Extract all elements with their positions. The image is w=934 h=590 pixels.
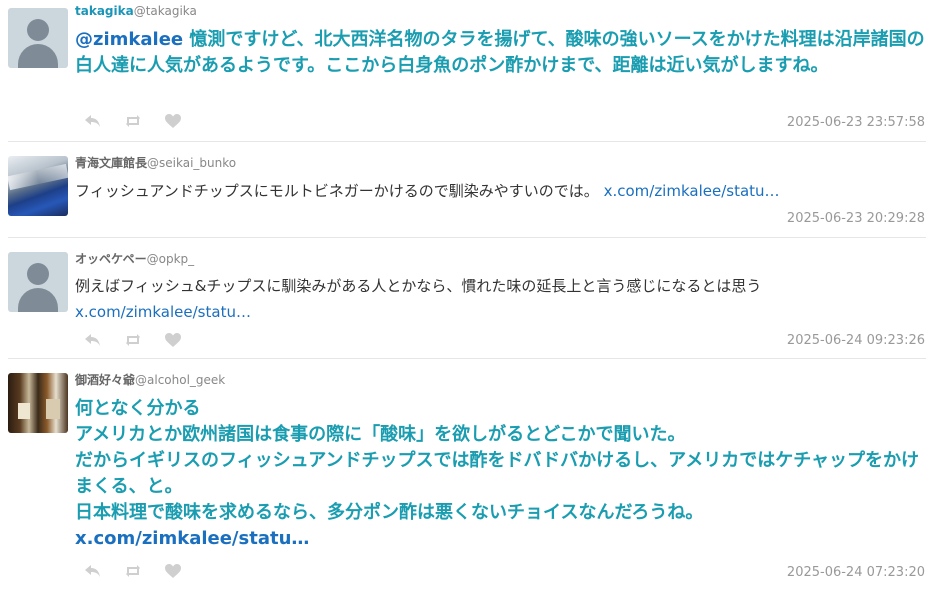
- user-name[interactable]: 御酒好々爺: [75, 373, 135, 387]
- user-handle[interactable]: @seikai_bunko: [147, 156, 236, 170]
- tweet-text: フィッシュアンドチップスにモルトビネガーかけるので馴染みやすいのでは。 x.co…: [75, 178, 927, 204]
- retweet-icon[interactable]: [124, 564, 142, 578]
- tweet-body: 例えばフィッシュ&チップスに馴染みがある人とかなら、慣れた味の延長上と言う感じに…: [75, 277, 762, 295]
- divider: [8, 141, 926, 142]
- avatar[interactable]: [8, 373, 68, 433]
- retweet-icon[interactable]: [124, 333, 142, 347]
- like-icon[interactable]: [164, 563, 182, 579]
- tweet-text: 何となく分かる アメリカとか欧州諸国は食事の際に「酸味」を欲しがるとどこかで聞い…: [75, 396, 927, 552]
- tweet-text: @zimkalee 憶測ですけど、北大西洋名物のタラを揚げて、酸味の強いソースを…: [75, 27, 927, 79]
- timestamp[interactable]: 2025-06-23 23:57:58: [787, 115, 925, 130]
- user-handle[interactable]: @alcohol_geek: [135, 373, 225, 387]
- timestamp[interactable]: 2025-06-24 07:23:20: [787, 565, 925, 580]
- status-link[interactable]: x.com/zimkalee/statu…: [75, 303, 251, 321]
- action-bar: [84, 113, 182, 129]
- like-icon[interactable]: [164, 332, 182, 348]
- tweet-body: 何となく分かる アメリカとか欧州諸国は食事の際に「酸味」を欲しがるとどこかで聞い…: [75, 398, 920, 523]
- avatar[interactable]: [8, 8, 68, 68]
- tweet-body: フィッシュアンドチップスにモルトビネガーかけるので馴染みやすいのでは。: [75, 182, 604, 200]
- reply-icon[interactable]: [84, 564, 102, 578]
- avatar[interactable]: [8, 156, 68, 216]
- user-handle[interactable]: @opkp_: [147, 252, 195, 266]
- avatar[interactable]: [8, 252, 68, 312]
- reply-icon[interactable]: [84, 333, 102, 347]
- reply-icon[interactable]: [84, 114, 102, 128]
- mention-link[interactable]: @zimkalee: [75, 29, 183, 50]
- user-name[interactable]: takagika: [75, 4, 134, 18]
- user-name[interactable]: 青海文庫館長: [75, 156, 147, 170]
- tweet-body: 憶測ですけど、北大西洋名物のタラを揚げて、酸味の強いソースをかけた料理は沿岸諸国…: [75, 29, 925, 76]
- timestamp[interactable]: 2025-06-24 09:23:26: [787, 333, 925, 348]
- status-link[interactable]: x.com/zimkalee/statu…: [75, 528, 309, 549]
- action-bar: [84, 563, 182, 579]
- tweet-text: 例えばフィッシュ&チップスに馴染みがある人とかなら、慣れた味の延長上と言う感じに…: [75, 273, 927, 325]
- timestamp[interactable]: 2025-06-23 20:29:28: [787, 211, 925, 226]
- like-icon[interactable]: [164, 113, 182, 129]
- action-bar: [84, 332, 182, 348]
- retweet-icon[interactable]: [124, 114, 142, 128]
- divider: [8, 237, 926, 238]
- divider: [8, 358, 926, 359]
- user-name[interactable]: オッペケペー: [75, 252, 147, 266]
- status-link[interactable]: x.com/zimkalee/statu…: [604, 182, 780, 200]
- user-handle[interactable]: @takagika: [134, 4, 197, 18]
